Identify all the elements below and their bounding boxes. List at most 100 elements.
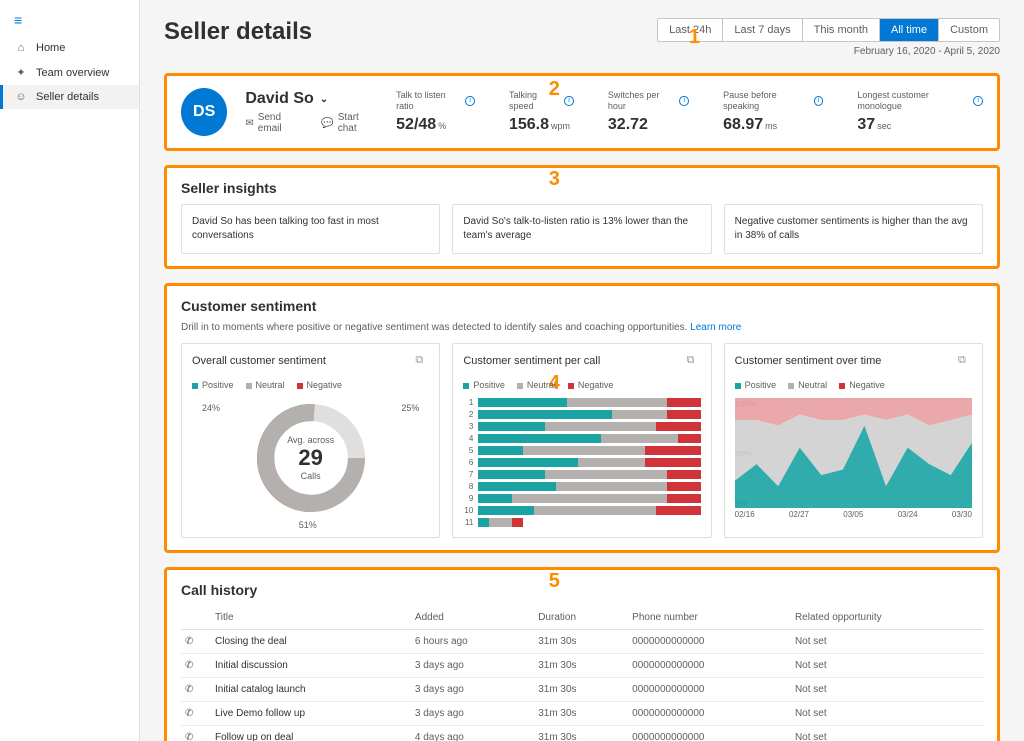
legend-negative: Negative (568, 380, 614, 390)
per-call-bar-row[interactable]: 2 (463, 410, 700, 419)
time-btn-month[interactable]: This month (803, 19, 880, 41)
call-added: 4 days ago (411, 726, 534, 741)
call-added: 3 days ago (411, 702, 534, 726)
legend-neutral: Neutral (246, 380, 285, 390)
seller-card: 2 DS David So ⌄ ✉ Send email 💬 (164, 73, 1000, 151)
kpi: Longest customer monologue i 37sec (857, 90, 983, 134)
sidebar-item-seller-details[interactable]: ☺ Seller details (0, 85, 139, 109)
per-call-title: Customer sentiment per call (463, 355, 600, 367)
call-added: 3 days ago (411, 678, 534, 702)
call-duration: 31m 30s (534, 678, 628, 702)
per-call-bar-row[interactable]: 1 (463, 398, 700, 407)
chevron-down-icon: ⌄ (320, 94, 328, 105)
sidebar-item-team-overview[interactable]: ✦ Team overview (0, 60, 139, 85)
seller-name-text: David So (245, 90, 313, 108)
insights-card: 3 Seller insights David So has been talk… (164, 165, 1000, 269)
expand-icon[interactable]: ⧉ (687, 354, 701, 368)
over-time-chart: 100% 50% 0% (735, 398, 972, 508)
table-header[interactable]: Phone number (628, 606, 791, 630)
insight-card[interactable]: David So's talk-to-listen ratio is 13% l… (452, 204, 711, 254)
info-icon[interactable]: i (814, 96, 824, 106)
table-row[interactable]: ✆ Live Demo follow up 3 days ago 31m 30s… (181, 702, 983, 726)
kpi-unit: ms (765, 121, 777, 131)
person-icon: ☺ (14, 91, 28, 103)
expand-icon[interactable]: ⧉ (958, 354, 972, 368)
per-call-bar-row[interactable]: 11 (463, 518, 700, 527)
time-btn-7d[interactable]: Last 7 days (723, 19, 802, 41)
table-header[interactable]: Duration (534, 606, 628, 630)
table-row[interactable]: ✆ Follow up on deal 4 days ago 31m 30s 0… (181, 726, 983, 741)
table-row[interactable]: ✆ Initial catalog launch 3 days ago 31m … (181, 678, 983, 702)
phone-icon: ✆ (185, 732, 193, 741)
per-call-bar-row[interactable]: 10 (463, 506, 700, 515)
sidebar-item-home[interactable]: ⌂ Home (0, 36, 139, 60)
kpi-label: Talking speed i (509, 90, 574, 112)
call-history-card: 5 Call history TitleAddedDurationPhone n… (164, 567, 1000, 741)
call-title: Initial discussion (211, 654, 411, 678)
donut-center-top: Avg. across (287, 435, 334, 445)
insight-card[interactable]: David So has been talking too fast in mo… (181, 204, 440, 254)
mail-icon: ✉ (245, 118, 253, 129)
call-duration: 31m 30s (534, 702, 628, 726)
donut-center-bot: Calls (301, 471, 321, 481)
sentiment-subtitle: Drill in to moments where positive or ne… (181, 322, 983, 333)
kpi: Talk to listen ratio i 52/48% (396, 90, 475, 134)
table-row[interactable]: ✆ Closing the deal 6 hours ago 31m 30s 0… (181, 630, 983, 654)
call-phone: 0000000000000 (628, 702, 791, 726)
per-call-bar-row[interactable]: 9 (463, 494, 700, 503)
time-filter: Last 24h Last 7 days This month All time… (657, 18, 1000, 42)
expand-icon[interactable]: ⧉ (415, 354, 429, 368)
kpi-value: 156.8 (509, 116, 549, 133)
info-icon[interactable]: i (465, 96, 475, 106)
per-call-bar-row[interactable]: 3 (463, 422, 700, 431)
insight-card[interactable]: Negative customer sentiments is higher t… (724, 204, 983, 254)
per-call-bar-row[interactable]: 4 (463, 434, 700, 443)
call-duration: 31m 30s (534, 654, 628, 678)
start-chat-label: Start chat (338, 112, 378, 134)
call-opportunity: Not set (791, 654, 983, 678)
table-row[interactable]: ✆ Initial discussion 3 days ago 31m 30s … (181, 654, 983, 678)
time-btn-24h[interactable]: Last 24h (658, 19, 723, 41)
call-title: Initial catalog launch (211, 678, 411, 702)
learn-more-link[interactable]: Learn more (690, 322, 741, 333)
phone-icon: ✆ (185, 684, 193, 695)
call-title: Follow up on deal (211, 726, 411, 741)
send-email-button[interactable]: ✉ Send email (245, 112, 305, 134)
time-btn-alltime[interactable]: All time (880, 19, 939, 41)
per-call-bar-row[interactable]: 6 (463, 458, 700, 467)
overall-sentiment-panel: Overall customer sentiment ⧉ Positive Ne… (181, 343, 440, 538)
call-opportunity: Not set (791, 678, 983, 702)
legend-neutral: Neutral (517, 380, 556, 390)
per-call-bar-row[interactable]: 8 (463, 482, 700, 491)
donut-chart: Avg. across 29 Calls (251, 398, 371, 518)
table-header[interactable]: Title (211, 606, 411, 630)
call-opportunity: Not set (791, 702, 983, 726)
kpi-unit: % (438, 121, 446, 131)
info-icon[interactable]: i (973, 96, 983, 106)
per-call-bar-row[interactable]: 7 (463, 470, 700, 479)
over-time-sentiment-panel: Customer sentiment over time ⧉ Positive … (724, 343, 983, 538)
table-header[interactable]: Added (411, 606, 534, 630)
seller-name[interactable]: David So ⌄ (245, 90, 378, 108)
team-icon: ✦ (14, 66, 28, 79)
home-icon: ⌂ (14, 42, 28, 54)
kpi-unit: wpm (551, 121, 570, 131)
table-header[interactable]: Related opportunity (791, 606, 983, 630)
start-chat-button[interactable]: 💬 Start chat (321, 112, 378, 134)
donut-pct-neu: 51% (299, 520, 317, 530)
per-call-sentiment-panel: Customer sentiment per call ⧉ Positive N… (452, 343, 711, 538)
kpi-label: Pause before speaking i (723, 90, 823, 112)
per-call-bar-row[interactable]: 5 (463, 446, 700, 455)
annotation-2: 2 (549, 78, 560, 101)
call-title: Closing the deal (211, 630, 411, 654)
call-duration: 31m 30s (534, 726, 628, 741)
call-added: 3 days ago (411, 654, 534, 678)
info-icon[interactable]: i (564, 96, 574, 106)
info-icon[interactable]: i (679, 96, 689, 106)
main-content: Seller details 1 Last 24h Last 7 days Th… (140, 0, 1024, 741)
hamburger-icon[interactable]: ≡ (0, 8, 139, 36)
date-range: February 16, 2020 - April 5, 2020 (854, 46, 1000, 57)
time-btn-custom[interactable]: Custom (939, 19, 999, 41)
kpi-label: Longest customer monologue i (857, 90, 983, 112)
kpi-label: Talk to listen ratio i (396, 90, 475, 112)
